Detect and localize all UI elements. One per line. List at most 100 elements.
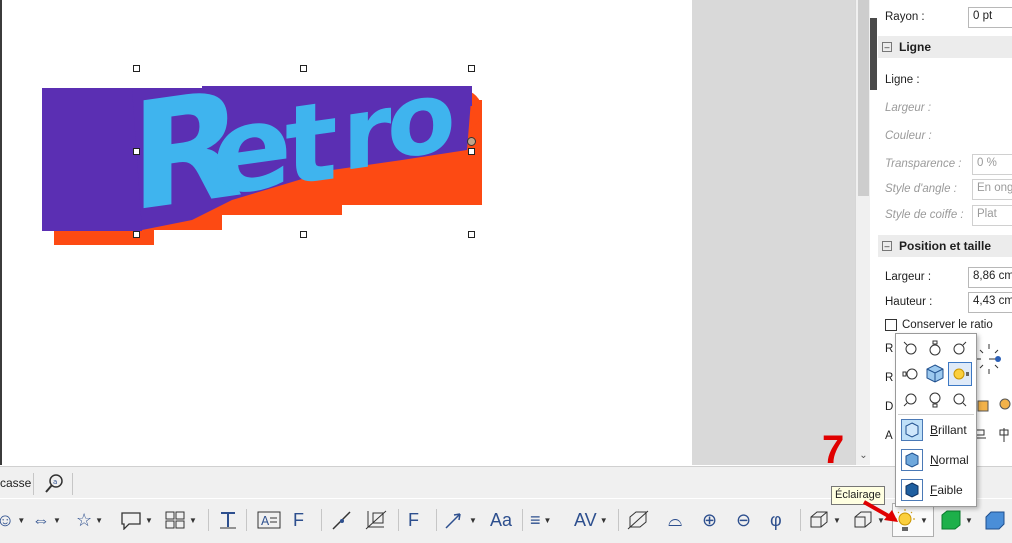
style-coiffe-label: Style de coiffe : (885, 209, 964, 221)
style-angle-select[interactable]: En onglet (972, 178, 1012, 200)
find-replace-icon[interactable]: a (44, 472, 66, 494)
separator (800, 509, 801, 531)
light-left-icon[interactable] (898, 362, 922, 386)
double-arrow-icon[interactable]: ⇔ ▼ (32, 505, 61, 535)
position-section-title: Position et taille (899, 239, 992, 253)
light-bottom-icon[interactable] (923, 388, 947, 412)
tilt-down-icon[interactable]: ⌓ (668, 505, 682, 535)
selection-handle-tr[interactable] (468, 65, 475, 72)
transparence-row: Transparence : 0 % (885, 153, 1012, 175)
style-angle-row: Style d'angle : En onglet (885, 178, 1012, 200)
spacing-icon[interactable]: AV ▼ (574, 505, 608, 535)
text-face-layer: R e t r o (130, 57, 456, 246)
bright-cube-icon (901, 419, 923, 441)
normal-cube-icon (901, 449, 923, 471)
partial-label-a: A (885, 430, 893, 442)
brillant-accel: B (930, 423, 939, 437)
toggle-extrusion-icon[interactable] (626, 505, 650, 535)
height-field[interactable]: 4,43 cm (968, 291, 1012, 313)
selection-handle-br[interactable] (468, 231, 475, 238)
transparence-field[interactable]: 0 % (972, 153, 1012, 175)
rayon-row: Rayon : 0 pt (885, 6, 1012, 28)
svg-text:o: o (387, 57, 456, 183)
lighting-normal-option[interactable]: Normal (898, 446, 976, 474)
ligne-section-title: Ligne (899, 40, 931, 54)
style-coiffe-select[interactable]: Plat (972, 204, 1012, 226)
hauteur-row: Hauteur : 4,43 cm (885, 291, 1012, 313)
collapse-icon[interactable]: – (882, 42, 892, 52)
couleur-row: Couleur : (885, 125, 1012, 147)
selection-handle-bl[interactable] (133, 231, 140, 238)
3d-color-icon[interactable] (984, 505, 1006, 535)
separator (208, 509, 209, 531)
light-top-left-icon[interactable] (898, 336, 922, 360)
rotation-handle[interactable] (467, 137, 476, 146)
align-objects-icon[interactable] (974, 428, 1012, 444)
rayon-field[interactable]: 0 pt (968, 6, 1012, 28)
tilt-left-icon[interactable]: ⊖ (736, 505, 751, 535)
depth-icon[interactable]: ▼ (808, 505, 841, 535)
light-center-cube-icon[interactable] (923, 362, 947, 386)
text-size-icon[interactable]: Aa (490, 505, 512, 535)
vertical-scrollbar[interactable]: ⌄ (855, 0, 870, 465)
crop-icon[interactable] (364, 505, 388, 535)
style-coiffe-row: Style de coiffe : Plat (885, 204, 1012, 226)
position-section-header[interactable]: – Position et taille (878, 235, 1012, 257)
surface-icon[interactable]: ▼ (940, 505, 973, 535)
height-label: Hauteur : (885, 296, 933, 308)
separator (522, 509, 523, 531)
fontwork-icon[interactable]: F (293, 505, 304, 535)
align-icon[interactable]: ≡ ▼ (530, 505, 551, 535)
line-arrow-icon[interactable]: ▼ (444, 505, 477, 535)
match-case-label[interactable]: casse (0, 476, 31, 490)
light-top-icon[interactable] (923, 336, 947, 360)
separator (72, 473, 73, 495)
ligne-section-header[interactable]: – Ligne (878, 36, 1012, 58)
dim-cube-icon (901, 479, 923, 501)
document-page[interactable]: R e t r o (0, 0, 692, 465)
fontwork2-icon[interactable]: F (408, 505, 419, 535)
light-top-right-icon[interactable] (948, 336, 972, 360)
keep-ratio-checkbox[interactable] (885, 319, 897, 331)
sidebar-collapse-handle[interactable] (870, 18, 877, 90)
lighting-faible-option[interactable]: Faible (898, 476, 976, 504)
faible-label: aible (937, 483, 963, 497)
selection-handle-bc[interactable] (300, 231, 307, 238)
lighting-brillant-option[interactable]: Brillant (898, 416, 976, 444)
flowchart-icon[interactable]: ▼ (164, 505, 197, 535)
normal-label: ormal (938, 453, 969, 467)
tilt-right-icon[interactable]: φ (770, 505, 782, 535)
light-bottom-left-icon[interactable] (898, 388, 922, 412)
star-icon[interactable]: ☆ ▼ (76, 505, 103, 535)
separator (436, 509, 437, 531)
smiley-icon[interactable]: ☺ ▼ (0, 505, 25, 535)
style-angle-label: Style d'angle : (885, 183, 957, 195)
retro-3d-text[interactable]: R e t r o (2, 0, 694, 465)
svg-text:A: A (261, 514, 270, 528)
selection-handle-mr[interactable] (468, 148, 475, 155)
callout-icon[interactable]: ▼ (120, 505, 153, 535)
canvas-area[interactable]: R e t r o (0, 0, 855, 465)
largeur-size-row: Largeur : 8,86 cm (885, 266, 1012, 288)
flip-icon[interactable] (977, 398, 1011, 416)
scrollbar-thumb[interactable] (858, 0, 869, 196)
svg-text:a: a (53, 478, 57, 486)
ligne-row: Ligne : (885, 69, 1012, 91)
rotation-dial-icon[interactable] (974, 342, 1004, 376)
selection-handle-tc[interactable] (300, 65, 307, 72)
light-bottom-right-icon[interactable] (948, 388, 972, 412)
drawing-toolbar: ☺ ▼ ⇔ ▼ ☆ ▼ ▼ ▼ A F F ▼ Aa ≡ ▼ AV ▼ ⌓ ⊕ ⊖ φ ▼… (0, 499, 1012, 543)
selection-handle-tl[interactable] (133, 65, 140, 72)
line-width-label: Largeur : (885, 102, 932, 114)
light-right-icon[interactable] (948, 362, 972, 386)
selection-handle-ml[interactable] (133, 148, 140, 155)
collapse-icon[interactable]: – (882, 241, 892, 251)
keep-ratio-label: Conserver le ratio (902, 319, 993, 331)
tilt-up-icon[interactable]: ⊕ (702, 505, 717, 535)
width-field[interactable]: 8,86 cm (968, 266, 1012, 288)
curve-icon[interactable] (330, 505, 354, 535)
text-icon[interactable] (217, 505, 239, 535)
step-annotation: 7 (822, 428, 845, 472)
scroll-down-icon[interactable]: ⌄ (858, 450, 869, 461)
textbox-icon[interactable]: A (257, 505, 281, 535)
